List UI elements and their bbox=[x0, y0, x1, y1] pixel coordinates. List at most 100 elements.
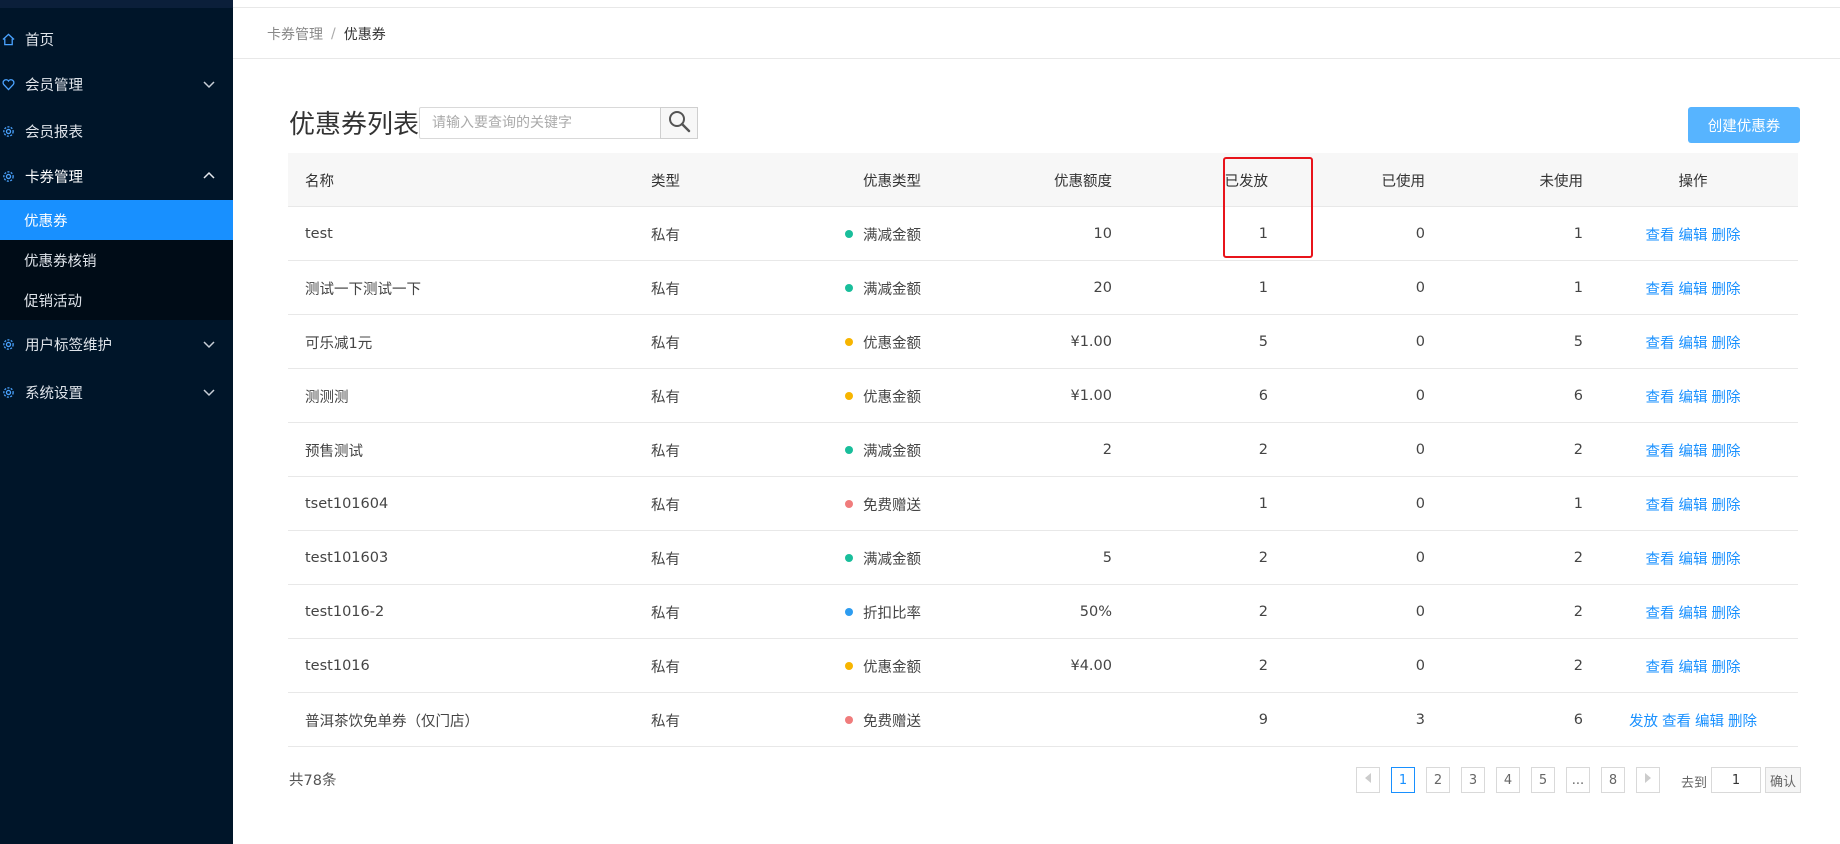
coupon-type: 私有 bbox=[651, 281, 680, 298]
delete-link[interactable]: 删除 bbox=[1712, 386, 1741, 407]
unused-count: 5 bbox=[1573, 334, 1583, 350]
edit-link[interactable]: 编辑 bbox=[1679, 440, 1708, 461]
issued-count: 2 bbox=[1258, 442, 1268, 458]
edit-link[interactable]: 编辑 bbox=[1679, 332, 1708, 353]
issued-count: 9 bbox=[1258, 712, 1268, 728]
delete-link[interactable]: 删除 bbox=[1728, 710, 1757, 731]
page-button[interactable]: 2 bbox=[1426, 767, 1450, 793]
sidebar-item-member-report[interactable]: 会员报表 bbox=[0, 108, 233, 154]
row-actions: 查看 编辑 删除 bbox=[1588, 585, 1798, 639]
column-header-issued: 已发放 bbox=[1224, 173, 1269, 190]
breadcrumb-current: 优惠券 bbox=[343, 27, 386, 43]
goto-page-input[interactable] bbox=[1711, 767, 1761, 793]
delete-link[interactable]: 删除 bbox=[1712, 656, 1741, 677]
goto-confirm-button[interactable]: 确认 bbox=[1765, 767, 1801, 793]
view-link[interactable]: 查看 bbox=[1646, 278, 1675, 299]
main-content: 卡券管理 / 优惠券 优惠券列表 创建优惠券 名称 类型 优惠类型 优惠额度 已… bbox=[233, 0, 1840, 844]
next-page-button[interactable] bbox=[1636, 767, 1660, 793]
sidebar-item-card-management[interactable]: 卡券管理 bbox=[0, 153, 233, 199]
row-actions: 查看 编辑 删除 bbox=[1588, 423, 1798, 477]
page-ellipsis[interactable]: ... bbox=[1566, 767, 1590, 793]
delete-link[interactable]: 删除 bbox=[1712, 602, 1741, 623]
column-header-name: 名称 bbox=[305, 173, 334, 190]
edit-link[interactable]: 编辑 bbox=[1679, 656, 1708, 677]
issue-link[interactable]: 发放 bbox=[1629, 710, 1658, 731]
chevron-down-icon bbox=[202, 337, 216, 351]
discount-type-label: 优惠金额 bbox=[863, 335, 921, 352]
page-title: 优惠券列表 bbox=[289, 110, 420, 140]
discount-type-label: 满减金额 bbox=[863, 281, 921, 298]
edit-link[interactable]: 编辑 bbox=[1679, 224, 1708, 245]
edit-link[interactable]: 编辑 bbox=[1679, 278, 1708, 299]
edit-link[interactable]: 编辑 bbox=[1679, 494, 1708, 515]
status-dot-icon bbox=[845, 230, 853, 238]
coupon-type: 私有 bbox=[651, 551, 680, 568]
discount-amount: ¥1.00 bbox=[1070, 334, 1112, 350]
sidebar-subitem-coupon-redemption[interactable]: 优惠券核销 bbox=[0, 240, 233, 280]
discount-type-label: 优惠金额 bbox=[863, 659, 921, 676]
delete-link[interactable]: 删除 bbox=[1712, 224, 1741, 245]
sidebar-subitem-promotions[interactable]: 促销活动 bbox=[0, 280, 233, 320]
view-link[interactable]: 查看 bbox=[1646, 440, 1675, 461]
page-button[interactable]: 4 bbox=[1496, 767, 1520, 793]
divider bbox=[233, 58, 1840, 59]
status-dot-icon bbox=[845, 554, 853, 562]
page-button[interactable]: 1 bbox=[1391, 767, 1415, 793]
edit-link[interactable]: 编辑 bbox=[1679, 548, 1708, 569]
view-link[interactable]: 查看 bbox=[1646, 332, 1675, 353]
delete-link[interactable]: 删除 bbox=[1712, 494, 1741, 515]
table-row: test1016 私有 优惠金额 ¥4.00 2 0 2 查看 编辑 删除 bbox=[288, 639, 1798, 693]
row-actions: 查看 编辑 删除 bbox=[1588, 369, 1798, 423]
unused-count: 6 bbox=[1573, 712, 1583, 728]
view-link[interactable]: 查看 bbox=[1646, 602, 1675, 623]
prev-page-button[interactable] bbox=[1356, 767, 1380, 793]
unused-count: 2 bbox=[1573, 658, 1583, 674]
coupon-name: 普洱茶饮免单券（仅门店） bbox=[305, 713, 479, 730]
sidebar-item-user-tags[interactable]: 用户标签维护 bbox=[0, 321, 233, 367]
unused-count: 2 bbox=[1573, 442, 1583, 458]
row-actions: 发放 查看 编辑 删除 bbox=[1588, 693, 1798, 747]
breadcrumb-parent[interactable]: 卡券管理 bbox=[267, 24, 323, 44]
coupon-name: tset101604 bbox=[305, 496, 389, 512]
edit-link[interactable]: 编辑 bbox=[1695, 710, 1724, 731]
search-icon bbox=[667, 109, 691, 137]
search-input[interactable] bbox=[420, 108, 660, 138]
delete-link[interactable]: 删除 bbox=[1712, 548, 1741, 569]
page-button[interactable]: 5 bbox=[1531, 767, 1555, 793]
delete-link[interactable]: 删除 bbox=[1712, 278, 1741, 299]
create-coupon-button[interactable]: 创建优惠券 bbox=[1688, 107, 1800, 143]
status-dot-icon bbox=[845, 662, 853, 670]
view-link[interactable]: 查看 bbox=[1646, 224, 1675, 245]
coupon-name: test101603 bbox=[305, 550, 389, 566]
search-button[interactable] bbox=[660, 107, 698, 139]
view-link[interactable]: 查看 bbox=[1646, 656, 1675, 677]
view-link[interactable]: 查看 bbox=[1662, 710, 1691, 731]
view-link[interactable]: 查看 bbox=[1646, 548, 1675, 569]
coupon-type: 私有 bbox=[651, 443, 680, 460]
coupon-type: 私有 bbox=[651, 659, 680, 676]
issued-count: 5 bbox=[1258, 334, 1268, 350]
sidebar-item-members[interactable]: 会员管理 bbox=[0, 61, 233, 107]
discount-amount: 2 bbox=[1102, 442, 1112, 458]
page-button[interactable]: 3 bbox=[1461, 767, 1485, 793]
status-dot-icon bbox=[845, 716, 853, 724]
discount-type-label: 满减金额 bbox=[863, 227, 921, 244]
coupon-table: 名称 类型 优惠类型 优惠额度 已发放 已使用 未使用 操作 test 私有 满减金… bbox=[288, 153, 1798, 747]
sidebar-item-home[interactable]: 首页 bbox=[0, 16, 233, 62]
delete-link[interactable]: 删除 bbox=[1712, 332, 1741, 353]
edit-link[interactable]: 编辑 bbox=[1679, 602, 1708, 623]
issued-count: 2 bbox=[1258, 658, 1268, 674]
view-link[interactable]: 查看 bbox=[1646, 386, 1675, 407]
view-link[interactable]: 查看 bbox=[1646, 494, 1675, 515]
issued-count: 2 bbox=[1258, 604, 1268, 620]
sidebar-item-system-settings[interactable]: 系统设置 bbox=[0, 369, 233, 415]
page-button[interactable]: 8 bbox=[1601, 767, 1625, 793]
discount-amount: 20 bbox=[1093, 280, 1112, 296]
discount-type-label: 折扣比率 bbox=[863, 605, 921, 622]
delete-link[interactable]: 删除 bbox=[1712, 440, 1741, 461]
unused-count: 1 bbox=[1573, 496, 1583, 512]
edit-link[interactable]: 编辑 bbox=[1679, 386, 1708, 407]
coupon-type: 私有 bbox=[651, 389, 680, 406]
sidebar-subitem-coupons[interactable]: 优惠券 bbox=[0, 200, 233, 240]
coupon-name: 预售测试 bbox=[305, 443, 363, 460]
